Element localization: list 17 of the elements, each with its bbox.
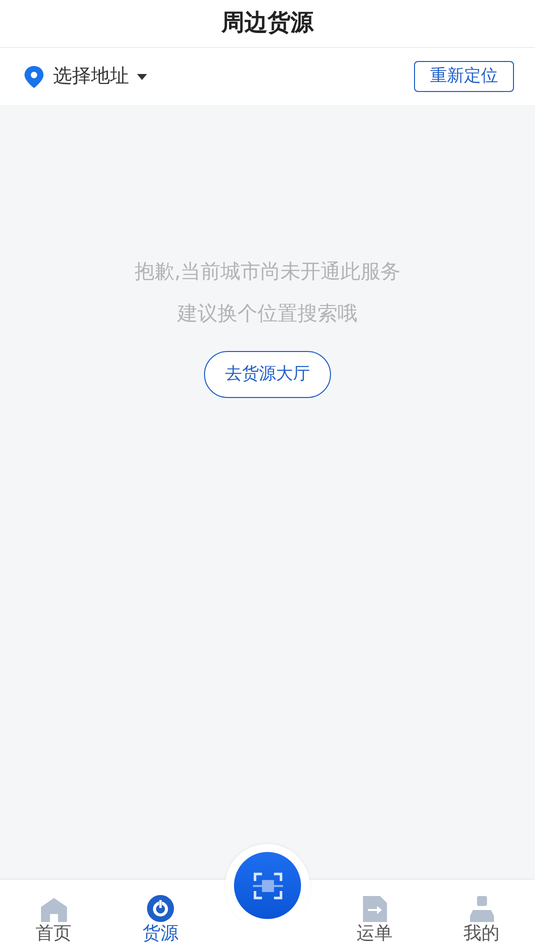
power-dial-icon [147, 895, 174, 922]
house-icon [40, 898, 66, 922]
location-pin-icon [24, 66, 44, 88]
tab-bar-item[interactable]: 货源 [142, 895, 178, 945]
document-arrow-icon [362, 896, 386, 922]
relocate-button[interactable]: 重新定位 [414, 61, 514, 92]
person-icon [470, 896, 494, 922]
empty-message: 抱歉,当前城市尚未开通此服务 [134, 258, 401, 284]
dropdown-caret-icon [137, 74, 147, 80]
tab-bar-item[interactable]: 我的 [464, 895, 500, 945]
page-title: 周边货源 [222, 9, 314, 38]
empty-message: 建议换个位置搜索哦 [177, 300, 358, 326]
tab-bar-item[interactable]: 首页 [36, 895, 72, 945]
scan-icon [252, 872, 282, 900]
cargo-hall-button[interactable]: 去货源大厅 [204, 351, 331, 398]
tab-bar-item[interactable]: 运单 [356, 895, 392, 945]
address-selector[interactable]: 选择地址 [53, 62, 147, 91]
